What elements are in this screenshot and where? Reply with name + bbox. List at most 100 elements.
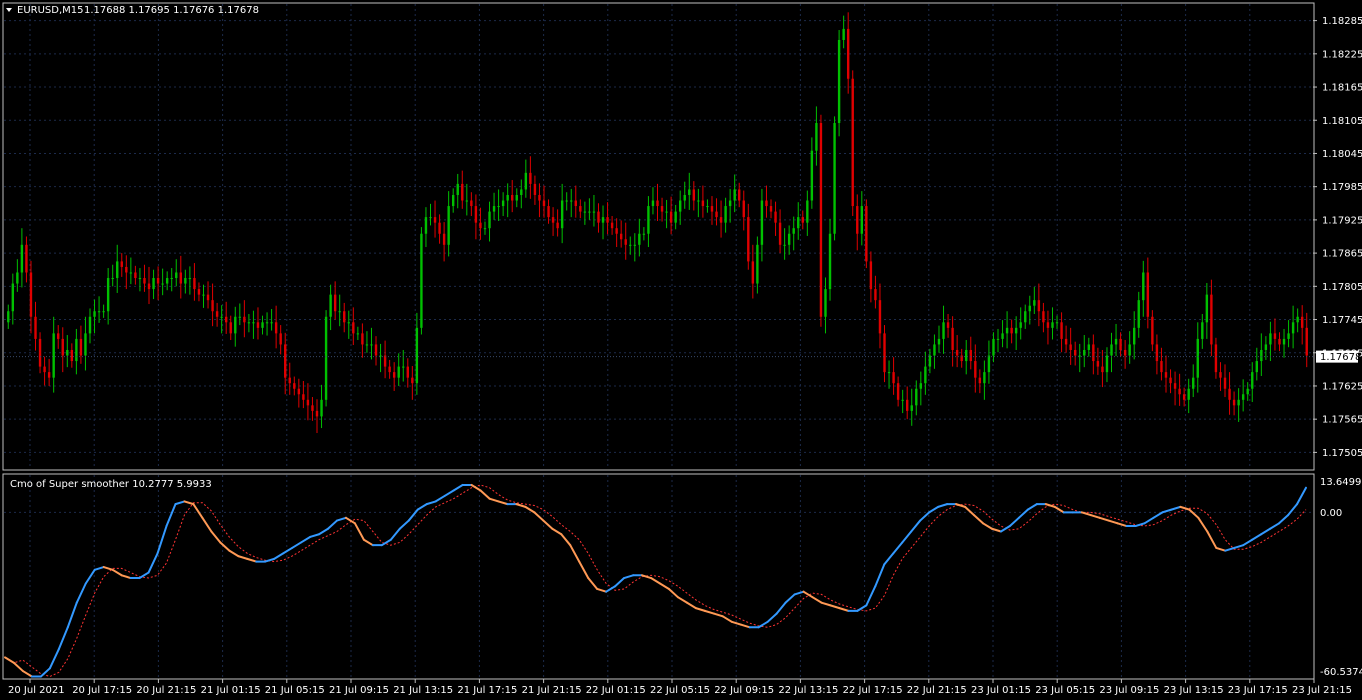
last-price-label: 1.17678 xyxy=(1320,352,1361,363)
candle-body xyxy=(79,338,83,356)
candle-body xyxy=(429,217,432,219)
candle-body xyxy=(715,211,718,218)
trading-chart[interactable]: 1.18285 1.18225 1.18165 1.18105 1.18045 1.179… xyxy=(0,0,1362,700)
candle-body xyxy=(660,206,664,212)
candle-body xyxy=(901,399,904,401)
candle-body xyxy=(601,217,605,223)
candle-body xyxy=(1010,327,1013,334)
candle-body xyxy=(765,200,768,207)
candle-body xyxy=(247,322,251,324)
candle-body xyxy=(1114,338,1118,345)
candle-body xyxy=(252,322,255,324)
time-tick-label: 23 Jul 21:15 xyxy=(1292,685,1352,696)
time-tick-label: 22 Jul 05:15 xyxy=(650,685,710,696)
candle-body xyxy=(202,294,205,296)
candle-body xyxy=(669,211,673,223)
time-tick-label: 21 Jul 21:15 xyxy=(522,685,582,696)
candle-body xyxy=(388,366,391,373)
candle-body xyxy=(1123,349,1127,356)
candle-body xyxy=(946,322,950,328)
candle-body xyxy=(392,372,396,378)
candle-body xyxy=(1037,300,1041,312)
candle-body xyxy=(397,366,400,378)
candle-body xyxy=(719,217,723,223)
candle-body xyxy=(647,206,650,234)
candle-body xyxy=(1305,327,1308,356)
candle-body xyxy=(61,338,64,356)
candle-body xyxy=(125,266,128,273)
candle-body xyxy=(451,194,455,207)
candle-body xyxy=(629,244,632,246)
price-tick-label: 1.17565 xyxy=(1322,415,1362,426)
candle-body xyxy=(1001,333,1004,339)
candle-body xyxy=(465,200,469,202)
candle-body xyxy=(1237,399,1240,406)
candle-body xyxy=(224,316,228,323)
candle-body xyxy=(1232,399,1236,406)
candle-body xyxy=(297,388,301,395)
candle-body xyxy=(624,239,627,245)
candle-body xyxy=(1046,322,1050,328)
time-tick-label: 22 Jul 21:15 xyxy=(907,685,967,696)
candle-body xyxy=(356,333,360,335)
candle-body xyxy=(315,410,319,417)
candle-body xyxy=(442,233,446,245)
candle-body xyxy=(197,289,201,295)
candle-body xyxy=(1142,272,1145,301)
candle-body xyxy=(106,278,110,312)
candle-body xyxy=(483,228,487,230)
candle-body xyxy=(942,322,945,339)
candle-body xyxy=(1133,327,1136,345)
candle-body xyxy=(833,123,836,234)
candle-body xyxy=(1255,361,1258,373)
price-tick-label: 1.18285 xyxy=(1322,16,1362,27)
candle-body xyxy=(806,200,809,223)
candle-body xyxy=(34,316,37,339)
indicator-tick-label: -60.5374 xyxy=(1320,667,1362,678)
candle-body xyxy=(769,206,773,212)
candle-body xyxy=(1241,394,1245,400)
candle-body xyxy=(815,123,818,151)
candle-body xyxy=(1101,366,1104,373)
candle-body xyxy=(1083,349,1086,356)
candle-body xyxy=(38,338,42,367)
candle-body xyxy=(542,200,546,207)
candle-body xyxy=(311,405,314,411)
candle-body xyxy=(261,322,264,328)
candle-body xyxy=(111,278,114,280)
candle-body xyxy=(974,361,977,378)
candle-body xyxy=(856,206,859,234)
candle-body xyxy=(16,272,19,284)
candle-body xyxy=(1060,322,1063,339)
candle-body xyxy=(1064,338,1068,345)
candle-body xyxy=(1173,383,1177,389)
symbol-label: EURUSD,M15 xyxy=(17,5,83,16)
candle-body xyxy=(1182,394,1186,400)
candle-body xyxy=(306,399,310,406)
candle-body xyxy=(1282,338,1286,345)
candle-body xyxy=(1210,294,1213,345)
candle-body xyxy=(751,261,755,284)
candle-body xyxy=(415,327,419,384)
candle-body xyxy=(697,200,700,202)
candle-body xyxy=(1055,322,1059,324)
candle-body xyxy=(1119,338,1122,350)
candle-body xyxy=(1251,372,1254,389)
candle-body xyxy=(842,28,845,40)
price-tick-label: 1.17505 xyxy=(1322,448,1362,459)
candle-body xyxy=(1214,344,1218,373)
candle-body xyxy=(1155,344,1159,362)
candle-body xyxy=(1201,322,1204,339)
candle-body xyxy=(651,200,655,207)
candle-body xyxy=(102,311,105,313)
candle-body xyxy=(479,222,482,229)
candle-body xyxy=(1264,344,1268,350)
candle-body xyxy=(1291,322,1295,334)
time-tick-label: 22 Jul 13:15 xyxy=(778,685,838,696)
candle-body xyxy=(851,78,854,207)
candle-body xyxy=(828,233,832,290)
candle-body xyxy=(520,189,523,195)
candle-body xyxy=(1260,349,1263,362)
candle-body xyxy=(488,211,491,229)
candle-body xyxy=(883,333,886,373)
